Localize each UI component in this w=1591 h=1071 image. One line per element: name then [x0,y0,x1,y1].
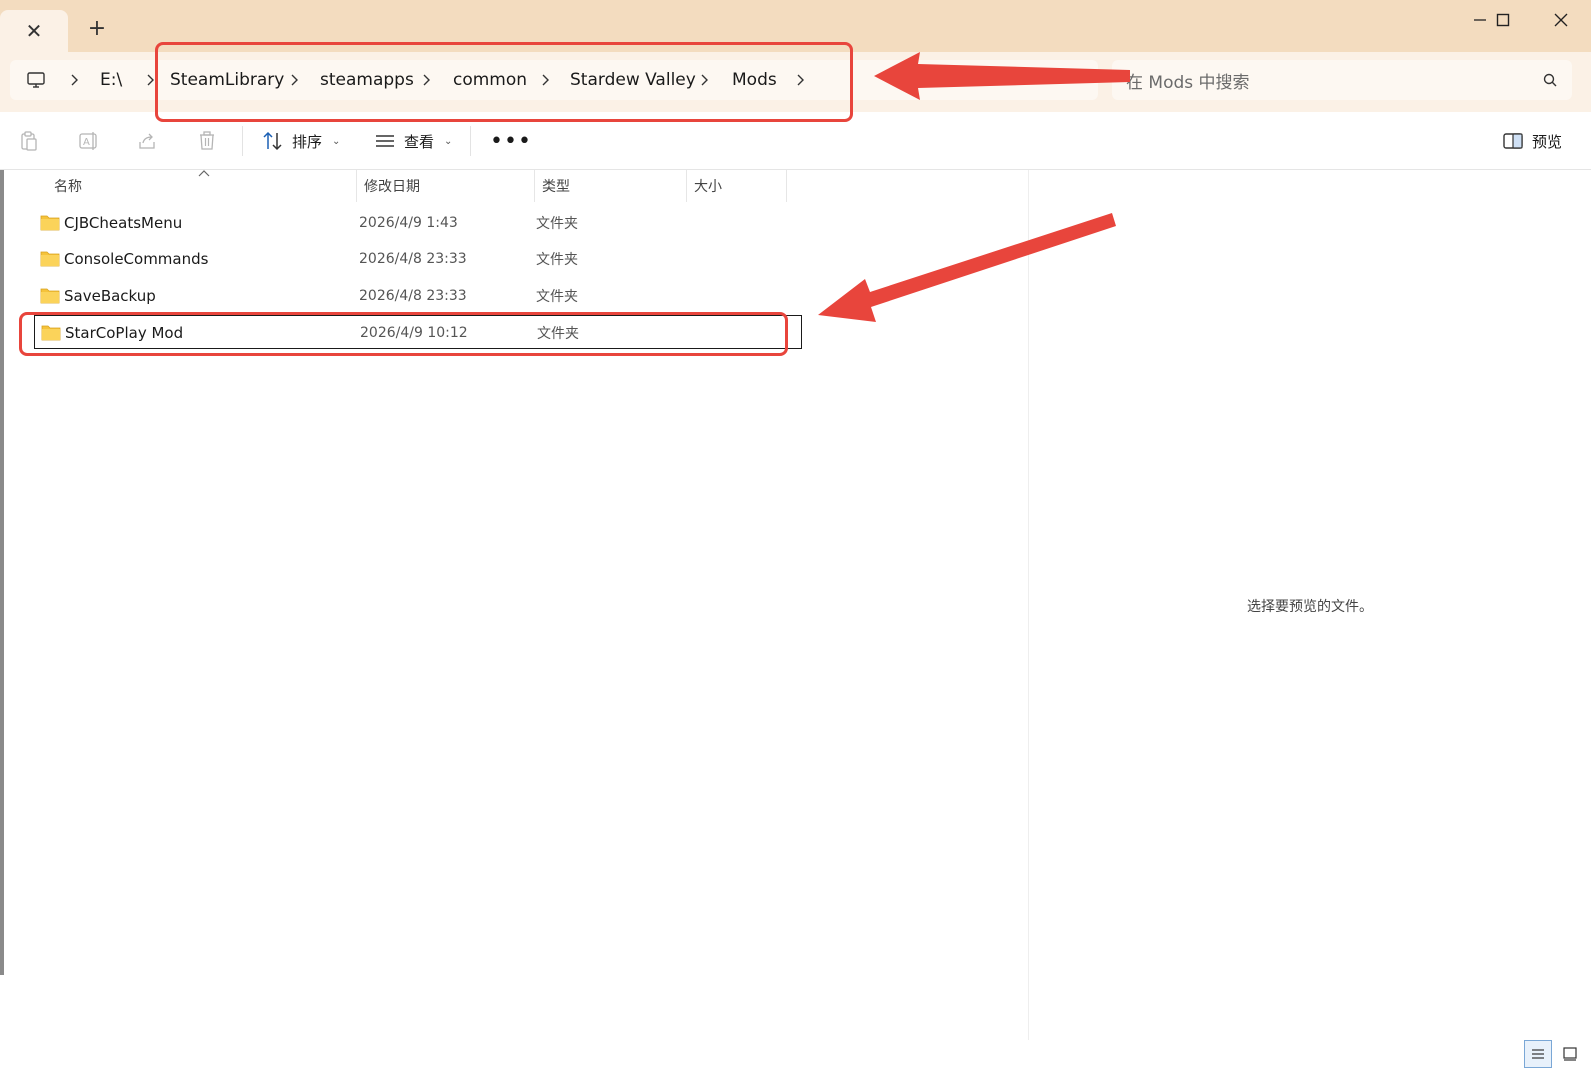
navigation-pane-edge[interactable] [0,170,4,975]
view-label: 查看 [404,132,435,151]
rename-icon: A [79,132,97,150]
toolbar-separator [470,126,471,156]
share-button[interactable] [135,128,161,154]
folder-icon [40,215,60,231]
paste-button[interactable] [16,128,42,154]
column-divider[interactable] [786,170,787,202]
preview-pane-button[interactable]: 预览 [1502,124,1562,158]
file-type: 文件夹 [536,216,578,232]
column-header-type[interactable]: 类型 [542,170,570,202]
computer-icon[interactable] [26,60,46,100]
close-tab-icon[interactable]: ✕ [26,21,43,41]
search-box[interactable]: 在 Mods 中搜索 [1112,60,1572,100]
file-name: ConsoleCommands [64,250,209,268]
list-view-icon [376,135,394,147]
preview-empty-message: 选择要预览的文件。 [1247,599,1373,615]
details-view-toggle[interactable] [1524,1040,1552,1068]
column-divider[interactable] [534,170,535,202]
breadcrumb-segment-drive[interactable]: E:\ [100,60,122,100]
chevron-right-icon[interactable] [66,72,82,88]
delete-button[interactable] [194,128,220,154]
column-header-name[interactable]: 名称 [54,170,82,202]
table-row[interactable]: ConsoleCommands 2026/4/8 23:33 文件夹 [34,242,802,276]
annotation-box-folder [19,312,788,356]
view-button[interactable]: 查看 ⌄ [374,124,452,158]
file-explorer-window: ✕ + E:\ SteamLibrary steamapps common St… [0,0,1591,1071]
new-tab-button[interactable]: + [84,16,110,42]
svg-text:A: A [83,137,90,148]
sort-ascending-icon[interactable] [197,168,211,178]
share-icon [139,133,155,149]
tiles-view-toggle[interactable] [1556,1040,1584,1068]
column-divider[interactable] [356,170,357,202]
maximize-button[interactable] [1480,6,1526,34]
folder-icon [40,288,60,304]
more-options-button[interactable]: ••• [490,124,532,158]
search-input[interactable]: 在 Mods 中搜索 [1126,60,1250,100]
file-name: SaveBackup [64,287,156,305]
tiles-view-icon [1563,1047,1577,1061]
column-header-size[interactable]: 大小 [694,170,722,202]
column-header-date[interactable]: 修改日期 [364,170,420,202]
file-name: CJBCheatsMenu [64,214,183,232]
chevron-down-icon: ⌄ [332,135,341,147]
sort-label: 排序 [292,132,323,151]
column-divider[interactable] [686,170,687,202]
close-icon [1554,13,1568,27]
search-icon[interactable] [1542,72,1558,88]
file-type: 文件夹 [536,252,578,268]
file-date: 2026/4/8 23:33 [359,251,467,267]
chevron-down-icon: ⌄ [444,135,453,147]
paste-icon [21,131,37,151]
toolbar-separator [242,126,243,156]
preview-pane-icon [1503,133,1523,149]
file-type: 文件夹 [536,289,578,305]
maximize-icon [1496,13,1510,27]
details-view-icon [1532,1049,1544,1059]
delete-icon [200,131,214,150]
file-date: 2026/4/9 1:43 [359,215,458,231]
table-row[interactable]: SaveBackup 2026/4/8 23:33 文件夹 [34,279,802,313]
sort-icon [263,131,282,151]
rename-button[interactable]: A [76,128,102,154]
close-window-button[interactable] [1538,6,1584,34]
folder-icon [40,251,60,267]
file-list: 名称 修改日期 类型 大小 CJBCheatsMenu 2026/4/9 1:4… [14,170,1028,1040]
table-row[interactable]: CJBCheatsMenu 2026/4/9 1:43 文件夹 [34,206,802,240]
file-date: 2026/4/8 23:33 [359,288,467,304]
tab[interactable]: ✕ [0,10,68,52]
annotation-box-address [155,42,853,122]
preview-label: 预览 [1532,132,1563,151]
sort-button[interactable]: 排序 ⌄ [262,124,340,158]
